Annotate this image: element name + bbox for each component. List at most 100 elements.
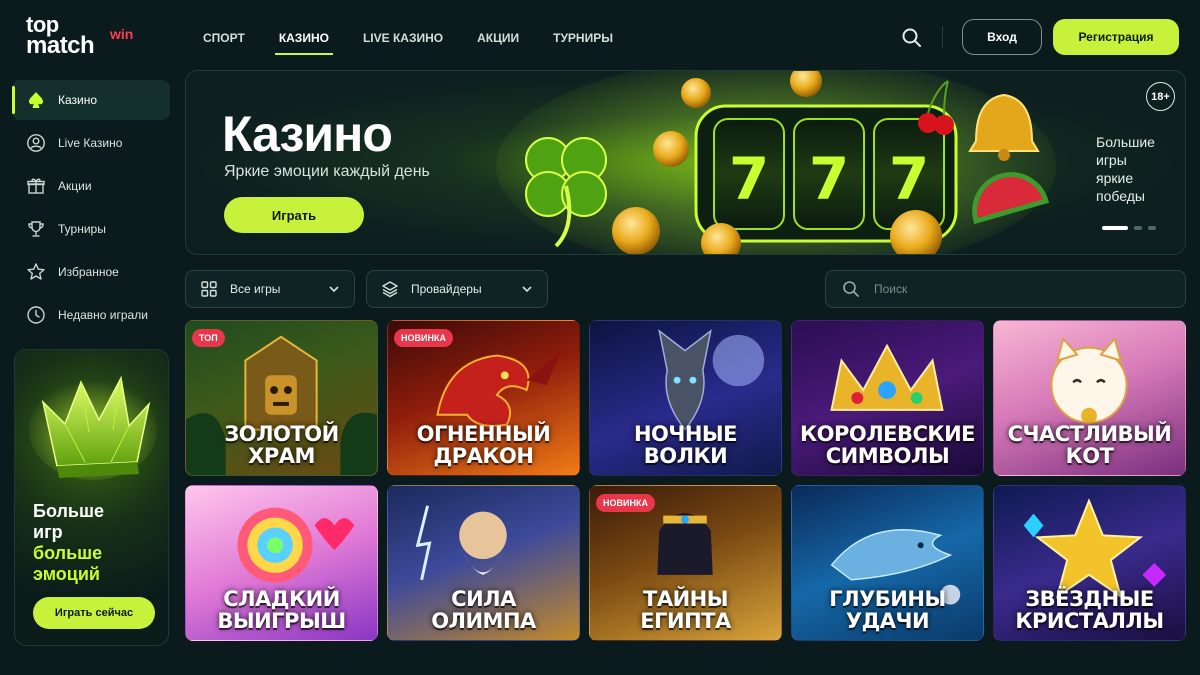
clock-icon: [26, 305, 46, 325]
game-title-line1: Королевские: [799, 422, 976, 446]
slider-dots: [1102, 226, 1156, 230]
game-search: [825, 270, 1186, 308]
nav-item-live-casino[interactable]: LIVE КАЗИНО: [346, 18, 460, 58]
sidebar-promo-card: Больше игр больше эмоций Играть сейчас: [14, 349, 169, 646]
game-title: Тайны Египта: [594, 588, 777, 632]
hero-title: Казино: [222, 106, 393, 162]
game-title: Глубины удачи: [796, 588, 979, 632]
user-icon: [26, 133, 46, 153]
game-title: Золотой храм: [190, 423, 373, 467]
star-icon: [26, 262, 46, 282]
nav-item-sport[interactable]: СПОРТ: [186, 18, 262, 58]
layers-icon: [382, 281, 398, 298]
promo-line1: Больше: [33, 501, 104, 521]
game-card[interactable]: Глубины удачи: [791, 485, 984, 641]
promo-line3: больше: [33, 543, 103, 563]
hero-subtitle: Яркие эмоции каждый день: [224, 163, 430, 180]
game-title-line2: Олимпа: [431, 609, 536, 633]
login-button[interactable]: Вход: [962, 19, 1042, 55]
svg-text:7: 7: [889, 145, 929, 213]
hero-banner: Казино Яркие эмоции каждый день Играть 7…: [185, 70, 1186, 255]
sidebar-item-label: Live Казино: [58, 136, 123, 150]
game-card[interactable]: ТОП Золотой храм: [185, 320, 378, 476]
game-card[interactable]: НОВИНКА Огненный дракон: [387, 320, 580, 476]
sidebar-item-casino[interactable]: Казино: [12, 80, 170, 120]
main-nav: СПОРТ КАЗИНО LIVE КАЗИНО АКЦИИ ТУРНИРЫ: [186, 18, 630, 58]
hero-side-line2: игры: [1096, 152, 1127, 168]
sidebar-item-live-casino[interactable]: Live Казино: [12, 123, 170, 163]
sidebar: Казино Live Казино Акции Турниры Избранн…: [12, 80, 170, 338]
sidebar-item-promotions[interactable]: Акции: [12, 166, 170, 206]
search-input[interactable]: [874, 282, 1164, 296]
game-title-line2: дракон: [433, 444, 534, 468]
game-title: Счастливый кот: [998, 423, 1181, 467]
promo-line2: игр: [33, 522, 63, 542]
all-games-dropdown[interactable]: Все игры: [185, 270, 355, 308]
nav-item-promotions[interactable]: АКЦИИ: [460, 18, 536, 58]
hero-side-line3: яркие: [1096, 170, 1134, 186]
slider-dot-2[interactable]: [1134, 226, 1142, 230]
trophy-icon: [26, 219, 46, 239]
game-badge: НОВИНКА: [394, 329, 453, 347]
sidebar-item-label: Турниры: [58, 222, 106, 236]
game-card[interactable]: НОВИНКА Тайны Египта: [589, 485, 782, 641]
register-button[interactable]: Регистрация: [1053, 19, 1179, 55]
svg-text:7: 7: [729, 145, 769, 213]
game-card[interactable]: Счастливый кот: [993, 320, 1186, 476]
game-badge: НОВИНКА: [596, 494, 655, 512]
search-icon: [843, 281, 859, 297]
game-title-line1: Звёздные: [1025, 587, 1154, 611]
game-title-line1: Счастливый: [1007, 422, 1172, 446]
hero-side-line4: победы: [1096, 188, 1145, 204]
gift-icon: [26, 176, 46, 196]
game-title-line1: Сладкий: [223, 587, 340, 611]
game-title-line2: выигрыш: [217, 609, 346, 633]
promo-line4: эмоций: [33, 564, 100, 584]
logo-accent: win: [110, 26, 134, 42]
spade-icon: [26, 90, 46, 110]
providers-label: Провайдеры: [411, 282, 482, 296]
all-games-label: Все игры: [230, 282, 281, 296]
game-title: Ночные волки: [594, 423, 777, 467]
search-icon[interactable]: [898, 24, 926, 52]
game-title-line1: Огненный: [416, 422, 551, 446]
sidebar-item-favorites[interactable]: Избранное: [12, 252, 170, 292]
game-badge: ТОП: [192, 329, 225, 347]
sidebar-item-label: Казино: [58, 93, 98, 107]
game-title: Королевские символы: [796, 423, 979, 467]
logo-line2: match: [26, 32, 95, 59]
game-title: Огненный дракон: [392, 423, 575, 467]
slider-dot-1[interactable]: [1102, 226, 1128, 230]
sidebar-item-tournaments[interactable]: Турниры: [12, 209, 170, 249]
game-title-line2: храм: [248, 444, 315, 468]
game-title-line2: кристаллы: [1015, 609, 1164, 633]
game-title: Сила Олимпа: [392, 588, 575, 632]
play-now-button[interactable]: Играть сейчас: [33, 597, 155, 629]
game-title-line2: символы: [825, 444, 950, 468]
hero-play-button[interactable]: Играть: [224, 197, 364, 233]
game-card[interactable]: Ночные волки: [589, 320, 782, 476]
hero-side-line1: Большие: [1096, 134, 1155, 150]
game-title: Сладкий выигрыш: [190, 588, 373, 632]
game-title-line2: кот: [1065, 444, 1114, 468]
game-card[interactable]: Королевские символы: [791, 320, 984, 476]
nav-item-casino[interactable]: КАЗИНО: [262, 18, 346, 58]
nav-item-tournaments[interactable]: ТУРНИРЫ: [536, 18, 630, 58]
providers-dropdown[interactable]: Провайдеры: [366, 270, 548, 308]
sidebar-item-label: Акции: [58, 179, 92, 193]
sidebar-item-label: Недавно играли: [58, 308, 148, 322]
chevron-down-icon: [522, 286, 532, 293]
game-title-line1: Сила: [451, 587, 516, 611]
game-card[interactable]: Звёздные кристаллы: [993, 485, 1186, 641]
game-card[interactable]: Сладкий выигрыш: [185, 485, 378, 641]
game-title-line2: удачи: [845, 609, 930, 633]
hero-side-text: Большие игры яркие победы: [1096, 133, 1176, 205]
logo[interactable]: top match win: [26, 12, 142, 60]
game-title-line1: Ночные: [633, 422, 738, 446]
game-grid: ТОП Золотой храм НОВИНКА Огненный дракон Ночны…: [185, 320, 1186, 641]
game-card[interactable]: Сила Олимпа: [387, 485, 580, 641]
slot-machine-illustration: 7 7 7: [496, 71, 1056, 254]
sidebar-item-recent[interactable]: Недавно играли: [12, 295, 170, 335]
slider-dot-3[interactable]: [1148, 226, 1156, 230]
crown-icon: [29, 375, 157, 480]
